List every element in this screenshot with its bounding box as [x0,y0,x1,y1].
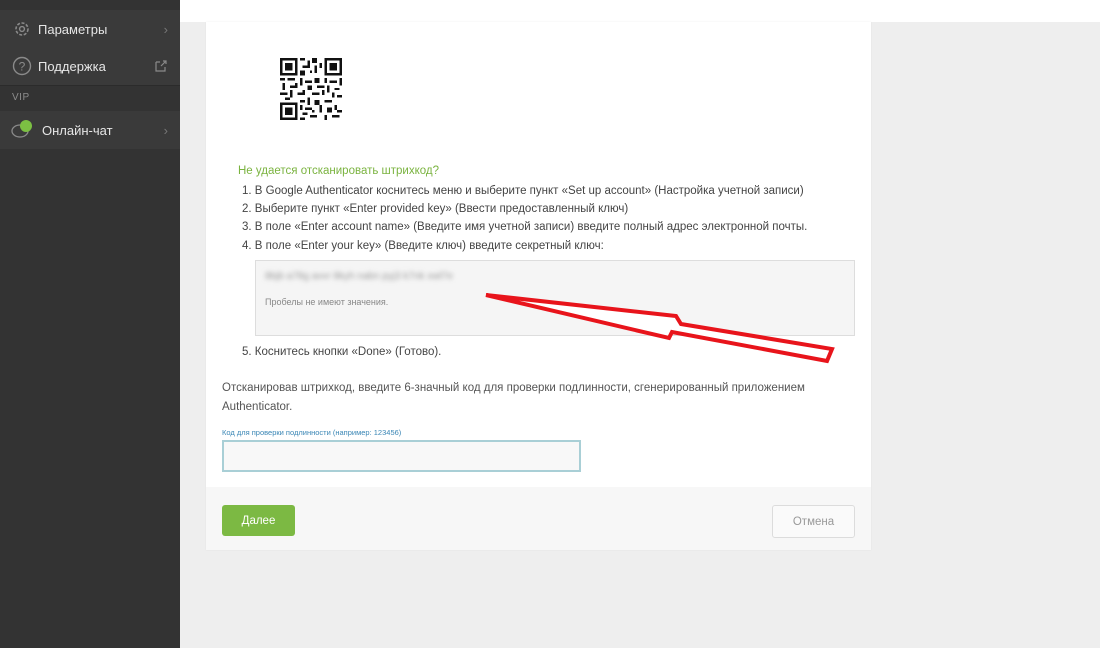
sidebar-item-label: Параметры [38,21,108,37]
sidebar-item-support[interactable]: ? Поддержка [0,47,180,85]
sidebar-divider [0,85,180,86]
cancel-button[interactable]: Отмена [772,505,855,538]
sidebar-item-online-chat[interactable]: Онлайн-чат › [0,111,180,149]
setup-step-1: 1. В Google Authenticator коснитесь меню… [242,185,804,197]
sidebar: Параметры › ? Поддержка VIP Онлайн-чат › [0,0,180,648]
card-footer: Далее Отмена [206,487,871,550]
sidebar-item-label: Поддержка [38,58,106,74]
setup-step-4: 4. В поле «Enter your key» (Введите ключ… [242,239,604,252]
setup-step-2: 2. Выберите пункт «Enter provided key» (… [242,203,629,216]
sidebar-item-settings[interactable]: Параметры › [0,10,180,48]
verification-description: Отсканировав штрихкод, введите 6-значный… [222,382,805,413]
sidebar-section-vip: VIP [12,92,30,103]
help-icon: ? [12,56,32,76]
spaces-note: Пробелы не имеют значения. [265,297,389,307]
next-button[interactable]: Далее [222,505,295,536]
qr-code [280,58,342,120]
secret-key-box: 8bjb a78g avvr 8kyh nabn pyj3 k7nk xwl7e… [255,260,855,336]
chevron-right-icon: › [163,21,168,37]
external-link-icon [155,60,167,72]
setup-steps: 1. В Google Authenticator коснитесь меню… [242,182,807,255]
secret-key-value: 8bjb a78g avvr 8kyh nabn pyj3 k7nk xwl7e [265,271,453,282]
setup-step-3: 3. В поле «Enter account name» (Введите … [242,221,808,234]
setup-step-5: 5. Коснитесь кнопки «Done» (Готово). [242,346,442,358]
online-status-icon [20,120,32,132]
svg-text:?: ? [19,60,26,74]
chat-icon [11,120,32,138]
verification-code-label: Код для проверки подлинности (например: … [222,428,402,437]
cant-scan-heading: Не удается отсканировать штрихкод? [238,165,440,177]
chevron-right-icon: › [163,122,168,138]
sidebar-item-label: Онлайн-чат [42,122,113,138]
gear-icon [15,22,29,36]
authenticator-setup-card: Не удается отсканировать штрихкод? 1. В … [206,22,871,550]
verification-code-input[interactable] [222,440,581,472]
